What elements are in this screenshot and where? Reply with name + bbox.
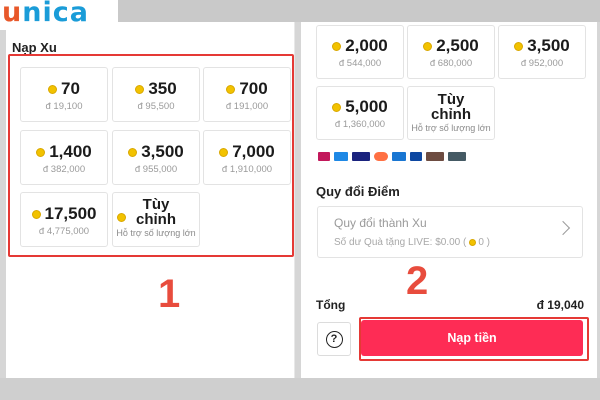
custom-label-2: chỉnh [431,106,471,123]
unica-logo: unica [0,0,118,30]
coin-icon [332,102,342,112]
package-amount: 5,000 [345,97,388,116]
mastercard-icon [374,152,388,161]
package-amount: 3,500 [527,36,570,55]
total-value: đ 19,040 [536,298,584,312]
coin-icon [514,41,524,51]
package-amount: 2,500 [436,36,479,55]
package-price: đ 1,360,000 [334,119,386,130]
annotation-box-1 [8,54,294,257]
convert-points-button[interactable]: Quy đổi thành Xu Số dư Quà tặng LIVE: $0… [317,206,583,258]
annotation-step-2: 2 [406,259,429,303]
custom-label-1: Tùy [437,91,465,108]
bottom-bar [0,378,600,400]
balance-text: Số dư Quà tặng LIVE: $0.00 ( [334,237,467,248]
package-price: đ 680,000 [429,58,473,69]
help-button[interactable]: ? [317,322,351,356]
package-tile[interactable]: 2,000 đ 544,000 [316,25,404,79]
section-title-convert: Quy đổi Điểm [316,184,400,199]
payment-methods [318,152,466,161]
payment-icon-dana [318,152,330,161]
coin-icon [332,41,342,51]
zcap-icon [448,152,466,161]
section-title-topup: Nạp Xu [12,40,57,55]
coin-icon [469,239,477,246]
amex-icon [392,152,406,161]
discover-icon [426,152,444,161]
total-label: Tổng [316,298,346,312]
convert-balance: Số dư Quà tặng LIVE: $0.00 ( 0 ) [334,237,490,248]
balance-value: 0 ) [478,237,491,248]
annotation-box-2 [359,317,589,361]
annotation-step-1: 1 [158,272,181,316]
package-tile[interactable]: 5,000 đ 1,360,000 [316,86,404,140]
coin-icon [423,41,433,51]
payment-icon-dana-blue [334,152,348,161]
diners-icon [410,152,422,161]
package-tile[interactable]: 3,500 đ 952,000 [498,25,586,79]
package-price: đ 544,000 [338,58,382,69]
package-tile[interactable]: 2,500 đ 680,000 [407,25,495,79]
visa-icon [352,152,370,161]
custom-package-tile[interactable]: Tùy chỉnh Hỗ trợ số lượng lớn [407,86,495,140]
package-amount: 2,000 [345,36,388,55]
custom-sub: Hỗ trợ số lượng lớn [411,123,491,133]
question-icon: ? [325,330,343,348]
package-price: đ 952,000 [520,58,564,69]
convert-title: Quy đổi thành Xu [334,216,427,230]
chevron-right-icon [555,220,571,236]
